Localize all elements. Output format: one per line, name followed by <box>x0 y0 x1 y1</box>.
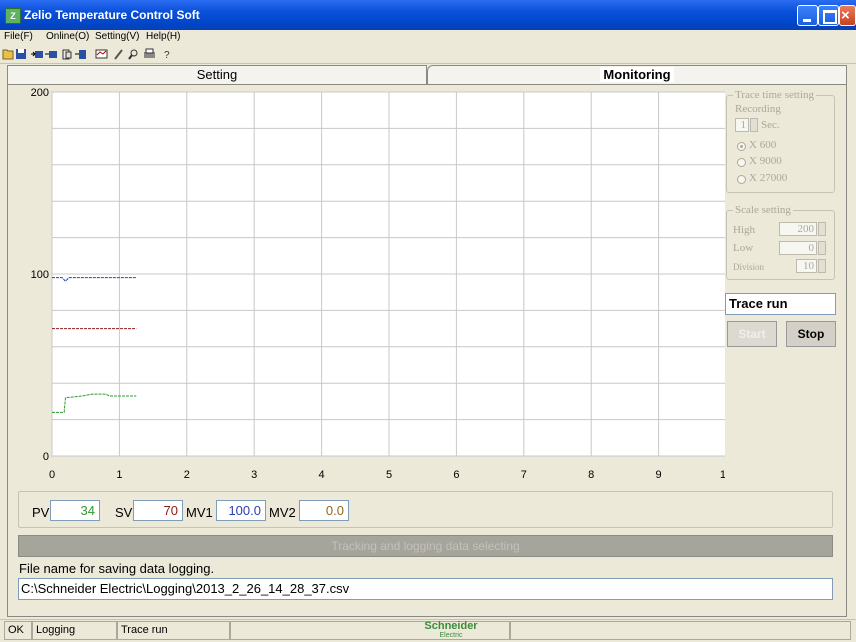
toolbar-icons: ? <box>2 48 170 61</box>
radio-x9000[interactable] <box>737 158 746 167</box>
x-tick-label: 3 <box>251 469 257 481</box>
mv1-value: 100.0 <box>216 500 266 521</box>
radio-x600-label: X 600 <box>749 139 777 151</box>
status-ok: OK <box>4 621 32 640</box>
menu-file[interactable]: File(F) <box>4 31 33 42</box>
print-icon[interactable] <box>144 48 155 58</box>
x-tick-label: 9 <box>656 469 662 481</box>
x-tick-label: 2 <box>184 469 190 481</box>
trace-time-title: Trace time setting <box>733 89 817 101</box>
maximize-button[interactable] <box>818 5 839 26</box>
x-tick-label: 1 <box>116 469 122 481</box>
menu-help[interactable]: Help(H) <box>146 31 180 42</box>
x-tick-label: 8 <box>588 469 594 481</box>
start-button[interactable]: Start <box>727 321 777 347</box>
compare-icon[interactable] <box>62 49 72 60</box>
status-mode: Logging <box>32 621 117 640</box>
monitor-icon[interactable] <box>95 49 108 59</box>
x-tick-label: 4 <box>319 469 325 481</box>
status-empty-2 <box>510 621 851 640</box>
window-title: Zelio Temperature Control Soft <box>24 8 200 22</box>
save-icon[interactable] <box>16 49 26 59</box>
tab-setting[interactable]: Setting <box>7 65 427 84</box>
tab-bar: Setting Monitoring <box>0 64 856 84</box>
schneider-logo: Schneider Electric <box>424 620 478 640</box>
scale-division-spin[interactable] <box>818 259 826 273</box>
pv-label: PV <box>32 505 50 520</box>
scale-division-input[interactable]: 10 <box>796 259 817 273</box>
title-bar: Z Zelio Temperature Control Soft × <box>0 0 856 30</box>
x-tick-label: 5 <box>386 469 392 481</box>
scale-high-input[interactable]: 200 <box>779 222 817 236</box>
sv-label: SV <box>115 505 133 520</box>
recording-label: Recording <box>735 103 781 115</box>
radio-x27000[interactable] <box>737 175 746 184</box>
x-tick-label: 10 <box>720 469 725 481</box>
logging-progress-bar: Tracking and logging data selecting <box>18 535 833 557</box>
radio-x27000-label: X 27000 <box>749 172 788 184</box>
radio-x9000-label: X 9000 <box>749 155 782 167</box>
menu-setting[interactable]: Setting(V) <box>95 31 139 42</box>
x-tick-label: 7 <box>521 469 527 481</box>
upload-icon[interactable] <box>45 51 57 58</box>
open-icon[interactable] <box>2 49 14 60</box>
mv2-value: 0.0 <box>299 500 349 521</box>
toolbar: ? <box>0 45 856 64</box>
scale-division-label: Division <box>733 262 765 272</box>
file-name-label: File name for saving data logging. <box>19 561 215 576</box>
close-icon: × <box>841 7 850 24</box>
tab-monitoring[interactable]: Monitoring <box>427 65 847 84</box>
tab-monitoring-label: Monitoring <box>600 67 674 82</box>
recording-unit: Sec. <box>761 119 780 131</box>
app-icon: Z <box>5 8 21 24</box>
trend-chart: 012345678910Min0100200 <box>31 87 725 481</box>
scale-low-input[interactable]: 0 <box>779 241 817 255</box>
scale-high-label: High <box>733 224 755 236</box>
menu-online[interactable]: Online(O) <box>46 31 89 42</box>
recording-spin-button[interactable] <box>750 118 758 132</box>
radio-x600[interactable] <box>737 142 746 151</box>
mv1-label: MV1 <box>186 505 213 520</box>
search-icon[interactable] <box>128 49 138 60</box>
status-trace: Trace run <box>117 621 230 640</box>
menu-bar: File(F) Online(O) Setting(V) Help(H) <box>0 30 856 44</box>
trace-status-box: Trace run <box>725 293 836 315</box>
y-tick-label: 0 <box>43 451 49 463</box>
tab-setting-label: Setting <box>196 67 238 82</box>
scale-low-label: Low <box>733 242 754 254</box>
y-tick-label: 200 <box>31 87 49 99</box>
maximize-icon <box>823 10 837 24</box>
transfer-icon[interactable] <box>75 50 86 59</box>
y-tick-label: 100 <box>31 269 49 281</box>
svg-text:?: ? <box>164 50 170 61</box>
download-icon[interactable] <box>31 51 43 58</box>
x-tick-label: 0 <box>49 469 55 481</box>
minimize-button[interactable] <box>797 5 818 26</box>
x-tick-label: 6 <box>453 469 459 481</box>
scale-high-spin[interactable] <box>818 222 826 236</box>
file-path-input[interactable]: C:\Schneider Electric\Logging\2013_2_26_… <box>18 578 833 600</box>
close-button[interactable]: × <box>839 5 856 26</box>
help-icon[interactable]: ? <box>164 50 170 61</box>
pen-icon[interactable] <box>114 49 123 60</box>
scale-low-spin[interactable] <box>818 241 826 255</box>
stop-button[interactable]: Stop <box>786 321 836 347</box>
scale-title: Scale setting <box>733 204 793 216</box>
pv-value: 34 <box>50 500 100 521</box>
recording-input[interactable]: 1 <box>735 118 749 132</box>
mv2-label: MV2 <box>269 505 296 520</box>
minimize-icon <box>803 19 811 22</box>
sv-value: 70 <box>133 500 183 521</box>
